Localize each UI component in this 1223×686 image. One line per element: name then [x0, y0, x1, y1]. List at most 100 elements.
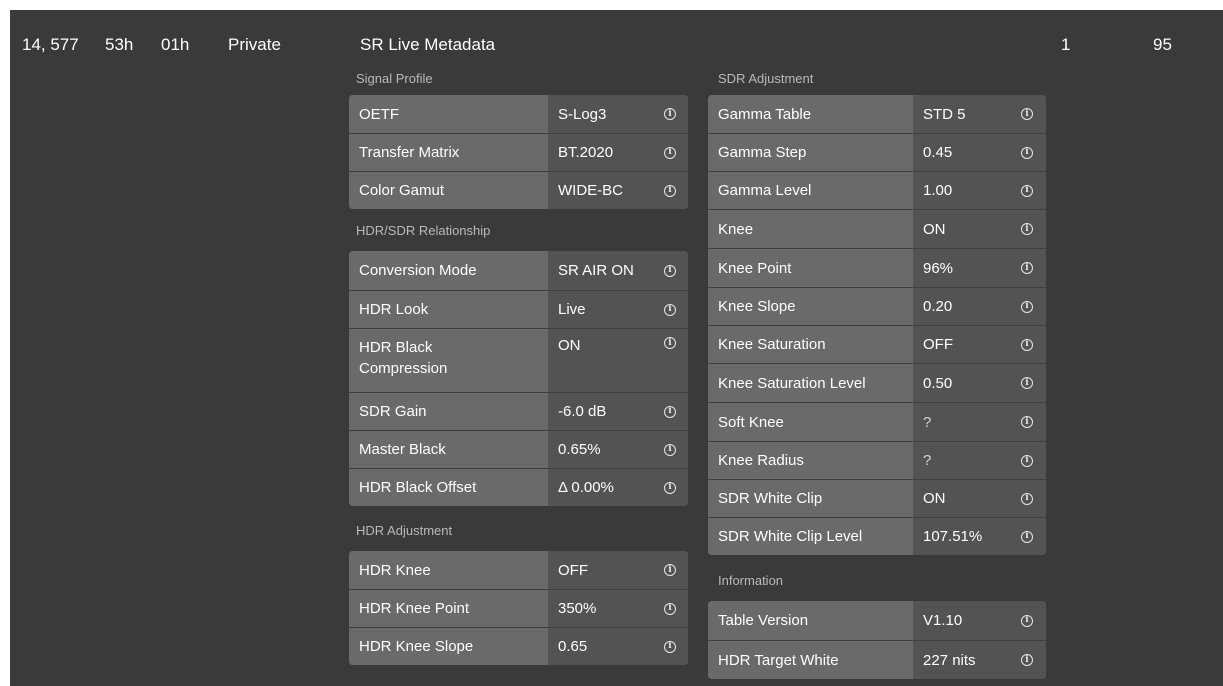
row-label: Knee [708, 210, 913, 248]
info-button[interactable]: i [1008, 134, 1046, 171]
info-button[interactable]: i [1008, 326, 1046, 363]
row-value: 107.51% [913, 518, 1008, 555]
row-label: HDR Target White [708, 641, 913, 679]
row-label: Conversion Mode [349, 251, 548, 290]
info-button[interactable]: i [1008, 403, 1046, 441]
panel-hdr-sdr-relationship: Conversion Mode SR AIR ON i HDR Look Liv… [349, 251, 688, 506]
info-button[interactable]: i [652, 329, 688, 392]
table-row: Gamma Step 0.45 i [708, 133, 1046, 171]
row-value: -6.0 dB [548, 393, 652, 430]
info-button[interactable]: i [652, 393, 688, 430]
row-value: ON [913, 480, 1008, 517]
info-button[interactable]: i [1008, 249, 1046, 287]
info-circle-icon: i [664, 303, 676, 316]
info-circle-icon: i [1021, 492, 1033, 505]
info-circle-icon: i [1021, 262, 1033, 274]
metadata-screen: 14, 577 53h 01h Private SR Live Metadata… [10, 10, 1223, 686]
row-value: SR AIR ON [548, 251, 652, 290]
row-label: SDR Gain [349, 393, 548, 430]
row-label: Knee Slope [708, 288, 913, 325]
table-row: SDR White Clip ON i [708, 479, 1046, 517]
info-circle-icon: i [1021, 146, 1033, 159]
info-circle-icon: i [1021, 108, 1033, 120]
info-circle-icon: i [664, 146, 676, 159]
row-value: OFF [913, 326, 1008, 363]
row-label: Knee Saturation Level [708, 364, 913, 402]
row-label: OETF [349, 95, 548, 133]
info-circle-icon: i [1021, 300, 1033, 313]
row-label: Gamma Step [708, 134, 913, 171]
section-title-signal-profile: Signal Profile [356, 71, 433, 86]
row-label: HDR Black Compression [349, 329, 548, 392]
info-button[interactable]: i [652, 590, 688, 627]
panel-hdr-adjustment: HDR Knee OFF i HDR Knee Point 350% i HDR… [349, 551, 688, 665]
info-button[interactable]: i [1008, 210, 1046, 248]
header-count: 14, 577 [22, 35, 79, 54]
row-label: Transfer Matrix [349, 134, 548, 171]
info-button[interactable]: i [1008, 518, 1046, 555]
info-circle-icon: i [1021, 338, 1033, 351]
table-row: HDR Look Live i [349, 290, 688, 328]
table-row: Color Gamut WIDE-BC i [349, 171, 688, 209]
info-button[interactable]: i [652, 291, 688, 328]
table-row: SDR White Clip Level 107.51% i [708, 517, 1046, 555]
table-row: Knee ON i [708, 209, 1046, 248]
row-label: Knee Point [708, 249, 913, 287]
section-title-hdr-adjustment: HDR Adjustment [356, 523, 453, 538]
info-button[interactable]: i [1008, 172, 1046, 209]
row-value: WIDE-BC [548, 172, 652, 209]
row-value: 0.65% [548, 431, 652, 468]
row-value: V1.10 [913, 601, 1008, 640]
info-circle-icon: i [1021, 184, 1033, 197]
table-row: Knee Saturation Level 0.50 i [708, 363, 1046, 402]
row-label: Color Gamut [349, 172, 548, 209]
table-row: HDR Knee Point 350% i [349, 589, 688, 627]
info-button[interactable]: i [1008, 601, 1046, 640]
header-hours-1: 53h [105, 35, 134, 54]
info-button[interactable]: i [652, 628, 688, 665]
info-button[interactable]: i [652, 134, 688, 171]
table-row: Knee Slope 0.20 i [708, 287, 1046, 325]
table-row: HDR Knee Slope 0.65 i [349, 627, 688, 665]
table-row: Transfer Matrix BT.2020 i [349, 133, 688, 171]
info-circle-icon: i [664, 443, 676, 456]
info-button[interactable]: i [652, 469, 688, 506]
row-value: 0.45 [913, 134, 1008, 171]
row-value: ? [913, 403, 1008, 441]
table-row: Master Black 0.65% i [349, 430, 688, 468]
info-circle-icon: i [664, 184, 676, 197]
info-button[interactable]: i [652, 251, 688, 290]
row-label: Gamma Table [708, 95, 913, 133]
info-circle-icon: i [664, 405, 676, 418]
info-circle-icon: i [1021, 454, 1033, 467]
row-value: BT.2020 [548, 134, 652, 171]
info-button[interactable]: i [1008, 442, 1046, 479]
row-label: Soft Knee [708, 403, 913, 441]
table-row: HDR Black Compression ON i [349, 328, 688, 392]
info-circle-icon: i [1021, 614, 1033, 627]
section-title-information: Information [718, 573, 784, 588]
header-index: 1 [1061, 35, 1071, 54]
info-circle-icon: i [664, 108, 676, 120]
table-row: Soft Knee ? i [708, 402, 1046, 441]
row-value: Δ 0.00% [548, 469, 652, 506]
row-value: 0.20 [913, 288, 1008, 325]
header-total: 95 [1153, 35, 1172, 54]
info-button[interactable]: i [1008, 641, 1046, 679]
info-button[interactable]: i [1008, 364, 1046, 402]
info-button[interactable]: i [652, 551, 688, 589]
info-button[interactable]: i [1008, 95, 1046, 133]
info-circle-icon: i [664, 640, 676, 653]
row-label: Knee Radius [708, 442, 913, 479]
info-button[interactable]: i [1008, 288, 1046, 325]
row-value: 0.65 [548, 628, 652, 665]
row-label: Gamma Level [708, 172, 913, 209]
row-label: HDR Look [349, 291, 548, 328]
info-button[interactable]: i [652, 172, 688, 209]
row-value: 227 nits [913, 641, 1008, 679]
info-circle-icon: i [1021, 377, 1033, 389]
info-button[interactable]: i [652, 95, 688, 133]
info-button[interactable]: i [652, 431, 688, 468]
row-label: HDR Knee [349, 551, 548, 589]
info-button[interactable]: i [1008, 480, 1046, 517]
